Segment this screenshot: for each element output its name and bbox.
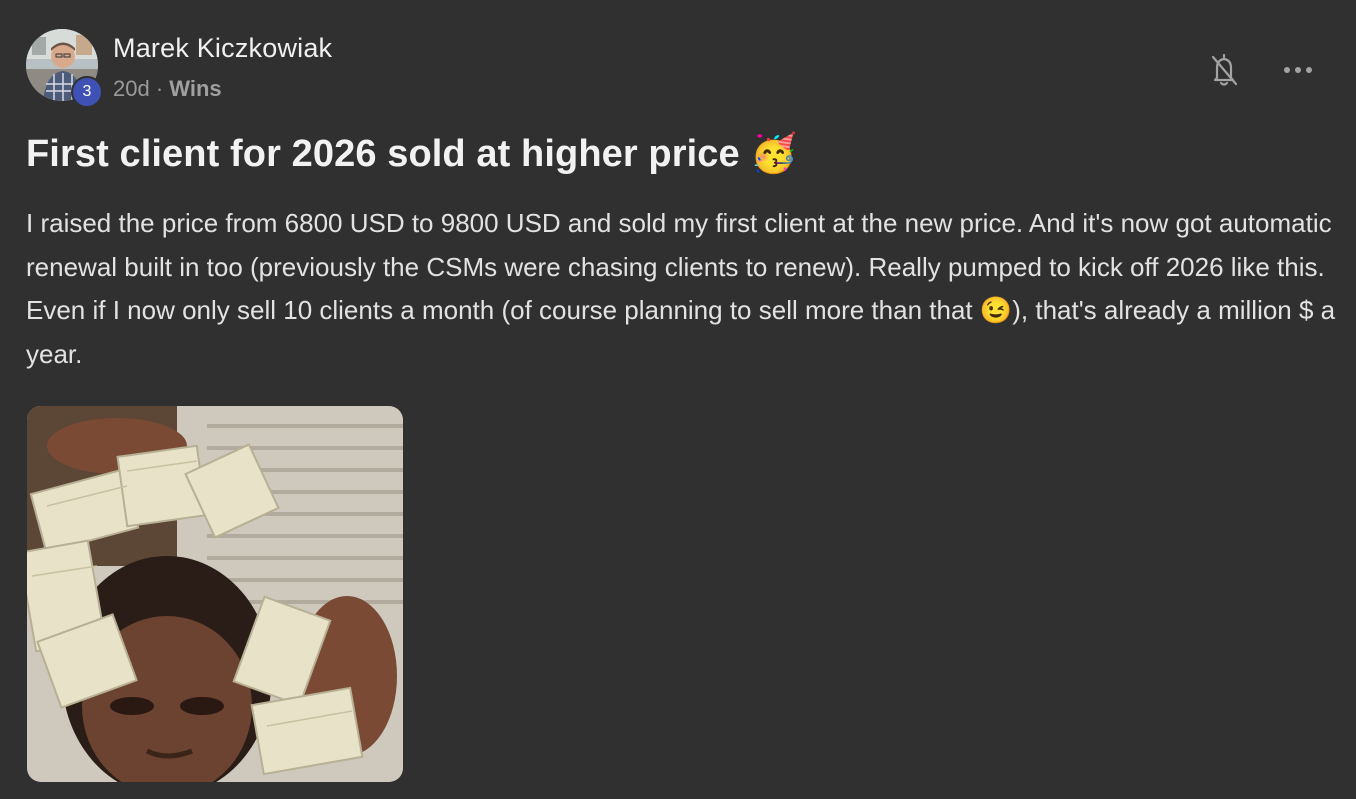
notifications-toggle-button[interactable] [1206,50,1242,90]
author-name[interactable]: Marek Kiczkowiak [113,33,332,64]
bell-off-icon [1211,53,1238,86]
money-gif-image [27,406,403,782]
post-meta: 20d · Wins [113,76,332,102]
post-title: First client for 2026 sold at higher pri… [26,132,798,176]
post-body: I raised the price from 6800 USD to 9800… [26,202,1336,376]
author-row: 3 Marek Kiczkowiak 20d · Wins [26,29,332,108]
meta-separator: · [155,76,164,101]
more-horizontal-icon [1284,67,1312,73]
post-age: 20d [113,76,150,101]
post-body-paragraph: I raised the price from 6800 USD to 9800… [26,202,1336,376]
wink-emoji: 😉 [979,295,1013,325]
post-title-text: First client for 2026 sold at higher pri… [26,133,740,175]
more-options-button[interactable] [1280,50,1316,90]
post-media-gif[interactable] [27,406,403,782]
author-meta: Marek Kiczkowiak 20d · Wins [113,33,332,102]
header-actions [1206,50,1316,90]
post-category[interactable]: Wins [169,76,221,101]
level-badge: 3 [71,76,103,108]
avatar-wrap[interactable]: 3 [26,29,103,108]
party-face-emoji: 🥳 [750,133,798,175]
post-card: 3 Marek Kiczkowiak 20d · Wins First clie… [0,0,1356,799]
